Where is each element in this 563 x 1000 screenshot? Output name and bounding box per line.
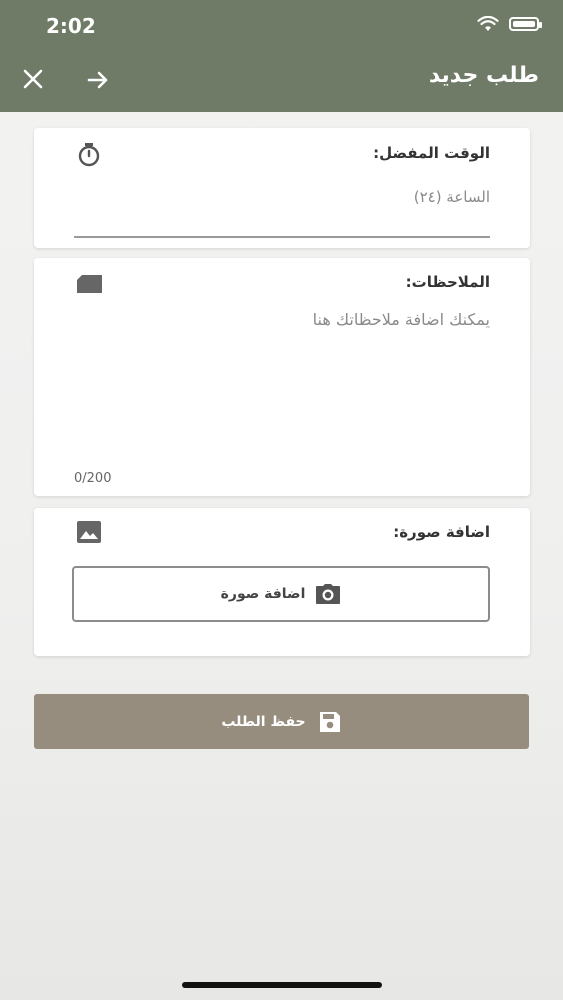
timer-icon [78, 143, 100, 167]
page-title: طلب جديد [428, 63, 539, 88]
notes-counter: 0/200 [74, 471, 112, 486]
note-icon [77, 275, 102, 293]
add-photo-card: اضافة صورة: اضافة صورة [34, 508, 530, 656]
close-icon[interactable] [22, 68, 44, 90]
home-indicator [182, 982, 382, 988]
camera-icon [316, 584, 341, 604]
preferred-time-card: الوقت المفضل: الساعة (٢٤) [34, 128, 530, 248]
status-icons [477, 16, 542, 32]
battery-icon [509, 17, 542, 31]
preferred-time-input[interactable]: الساعة (٢٤) [414, 188, 490, 206]
save-order-button[interactable]: حفظ الطلب [34, 694, 529, 749]
status-time: 2:02 [46, 14, 96, 38]
notes-input[interactable]: يمكنك اضافة ملاحظاتك هنا [313, 310, 490, 329]
wifi-icon [477, 16, 499, 31]
save-icon [319, 711, 340, 732]
preferred-time-underline [74, 236, 490, 238]
arrow-right-icon[interactable] [86, 68, 110, 92]
add-photo-label: اضافة صورة: [393, 523, 490, 541]
notes-card: الملاحظات: يمكنك اضافة ملاحظاتك هنا 0/20… [34, 258, 530, 496]
image-icon [77, 521, 101, 543]
add-photo-button-label: اضافة صورة [220, 586, 306, 602]
app-header: 2:02 طلب جديد [0, 0, 563, 112]
save-order-label: حفظ الطلب [221, 713, 306, 730]
add-photo-button[interactable]: اضافة صورة [72, 566, 490, 622]
notes-label: الملاحظات: [405, 273, 490, 291]
preferred-time-label: الوقت المفضل: [373, 144, 490, 162]
